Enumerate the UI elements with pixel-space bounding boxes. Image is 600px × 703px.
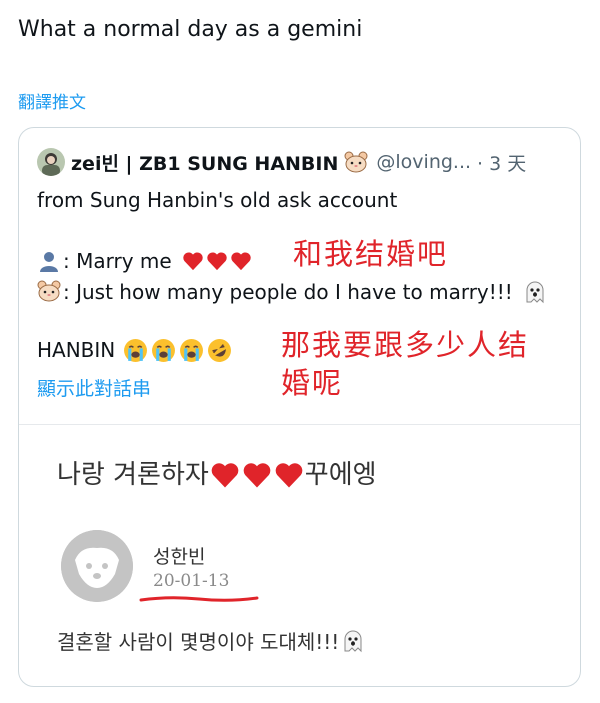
author-name[interactable]: zei빈 | ZB1 SUNG HANBIN [71, 149, 338, 176]
translate-tweet-link[interactable]: 翻譯推文 [18, 88, 86, 113]
ghost-emoji-icon [341, 629, 365, 653]
annotation-how-many-line-2: 婚呢 [281, 366, 344, 400]
hearts-group [180, 251, 252, 271]
ghost-emoji-icon [523, 280, 547, 304]
ask-question-text: 나랑 겨론하자 [57, 460, 209, 490]
annotation-how-many-line-1: 那我要跟多少人结 [281, 328, 530, 362]
tweet-timestamp[interactable]: · 3 天 [477, 149, 526, 176]
ask-question-suffix: 꾸에엥 [304, 460, 377, 490]
quote-line-2-text: : Marry me [63, 249, 172, 273]
emoji-group [123, 338, 232, 363]
hamster-emoji-icon [37, 280, 61, 304]
person-silhouette-icon [37, 249, 61, 273]
quote-line-3-text: : Just how many people do I have to marr… [63, 280, 513, 304]
quote-line-1: from Sung Hanbin's old ask account [37, 188, 398, 212]
red-heart-icon [231, 252, 251, 271]
ask-responder-name: 성한빈 [153, 546, 206, 568]
divider [19, 424, 580, 425]
ask-answer-text: 결혼할 사람이 몇명이야 도대체!!! [57, 630, 340, 654]
red-heart-icon [207, 252, 227, 271]
red-heart-icon [183, 252, 203, 271]
rolling-on-floor-laughing-icon [208, 338, 232, 362]
hamster-emoji-icon [344, 151, 368, 173]
quote-line-2: : Marry me [37, 247, 252, 275]
red-heart-icon [211, 463, 239, 488]
quote-line-3: : Just how many people do I have to marr… [37, 278, 547, 306]
show-thread-link[interactable]: 顯示此對話串 [37, 374, 151, 401]
quoted-tweet-card[interactable]: zei빈 | ZB1 SUNG HANBIN @loving... · 3 天 … [18, 127, 581, 687]
ask-date: 20-01-13 [153, 571, 230, 591]
ask-answer: 결혼할 사람이 몇명이야 도대체!!! [57, 626, 365, 655]
quote-line-4-text: HANBIN [37, 338, 116, 362]
loudly-crying-face-icon [124, 338, 148, 362]
red-underline-mark [139, 596, 259, 602]
quote-line-4: HANBIN [37, 336, 232, 364]
loudly-crying-face-icon [180, 338, 204, 362]
red-heart-icon [243, 463, 271, 488]
loudly-crying-face-icon [152, 338, 176, 362]
annotation-marry-me: 和我结婚吧 [293, 237, 449, 271]
ask-question-title: 나랑 겨론하자 꾸에엥 [57, 458, 377, 492]
tweet-text: What a normal day as a gemini [18, 17, 363, 42]
author-handle[interactable]: @loving... [376, 151, 471, 173]
author-avatar[interactable] [37, 148, 65, 176]
quoted-tweet-header: zei빈 | ZB1 SUNG HANBIN @loving... · 3 天 [37, 148, 526, 176]
red-heart-icon [275, 463, 303, 488]
default-avatar-icon [61, 530, 133, 602]
